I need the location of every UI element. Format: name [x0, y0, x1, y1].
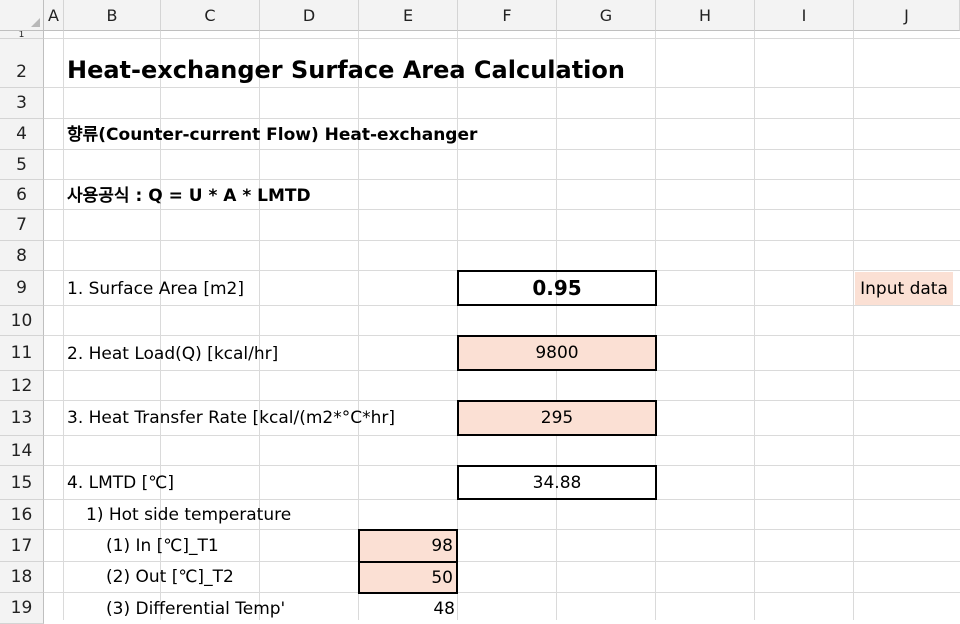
row-header-4[interactable]: 4 — [0, 119, 44, 150]
column-header-c[interactable]: C — [161, 0, 260, 31]
differential-temp-label: (3) Differential Temp' — [106, 599, 286, 619]
formula-label: 사용공식 : Q = U * A * LMTD — [67, 186, 311, 206]
row-header-12[interactable]: 12 — [0, 371, 44, 401]
column-header-j[interactable]: J — [854, 0, 960, 31]
row-header-9[interactable]: 9 — [0, 271, 44, 306]
column-header-a[interactable]: A — [44, 0, 64, 31]
select-all-corner[interactable] — [0, 0, 44, 31]
column-header-h[interactable]: H — [656, 0, 755, 31]
lmtd-label: 4. LMTD [℃] — [67, 473, 174, 493]
row-header-2[interactable]: 2 — [0, 39, 44, 88]
cell-grid[interactable] — [44, 31, 960, 620]
sheet-title: Heat-exchanger Surface Area Calculation — [67, 56, 625, 84]
row-header-6[interactable]: 6 — [0, 180, 44, 210]
row-header-11[interactable]: 11 — [0, 336, 44, 371]
row-header-3[interactable]: 3 — [0, 88, 44, 119]
heat-transfer-rate-input-cell[interactable]: 295 — [457, 400, 657, 436]
column-header-e[interactable]: E — [359, 0, 458, 31]
input-data-legend: Input data — [855, 272, 953, 305]
column-header-b[interactable]: B — [64, 0, 161, 31]
hot-out-input-cell[interactable]: 50 — [358, 561, 458, 594]
exchanger-type-label: 향류(Counter-current Flow) Heat-exchanger — [67, 125, 478, 145]
column-header-d[interactable]: D — [260, 0, 359, 31]
heat-transfer-rate-label: 3. Heat Transfer Rate [kcal/(m2*°C*hr] — [67, 408, 395, 428]
hot-in-label: (1) In [℃]_T1 — [106, 536, 219, 556]
column-header-g[interactable]: G — [557, 0, 656, 31]
row-header-18[interactable]: 18 — [0, 562, 44, 593]
row-header-13[interactable]: 13 — [0, 401, 44, 436]
hot-side-temperature-label: 1) Hot side temperature — [86, 505, 292, 525]
surface-area-result-cell[interactable]: 0.95 — [457, 270, 657, 306]
row-header-17[interactable]: 17 — [0, 530, 44, 562]
row-header-7[interactable]: 7 — [0, 210, 44, 241]
surface-area-label: 1. Surface Area [m2] — [67, 279, 244, 299]
row-header-15[interactable]: 15 — [0, 466, 44, 500]
row-header-19[interactable]: 19 — [0, 593, 44, 624]
lmtd-result-cell[interactable]: 34.88 — [457, 465, 657, 500]
heat-load-input-cell[interactable]: 9800 — [457, 335, 657, 371]
row-header-1[interactable]: 1 — [0, 31, 44, 39]
row-header-16[interactable]: 16 — [0, 500, 44, 530]
heat-load-label: 2. Heat Load(Q) [kcal/hr] — [67, 344, 279, 364]
row-header-8[interactable]: 8 — [0, 241, 44, 271]
row-header-5[interactable]: 5 — [0, 150, 44, 180]
column-header-f[interactable]: F — [458, 0, 557, 31]
differential-temp-value[interactable]: 48 — [400, 599, 455, 619]
row-header-14[interactable]: 14 — [0, 436, 44, 466]
row-header-10[interactable]: 10 — [0, 306, 44, 336]
column-header-i[interactable]: I — [755, 0, 854, 31]
hot-out-label: (2) Out [℃]_T2 — [106, 567, 234, 587]
hot-in-input-cell[interactable]: 98 — [358, 529, 458, 563]
